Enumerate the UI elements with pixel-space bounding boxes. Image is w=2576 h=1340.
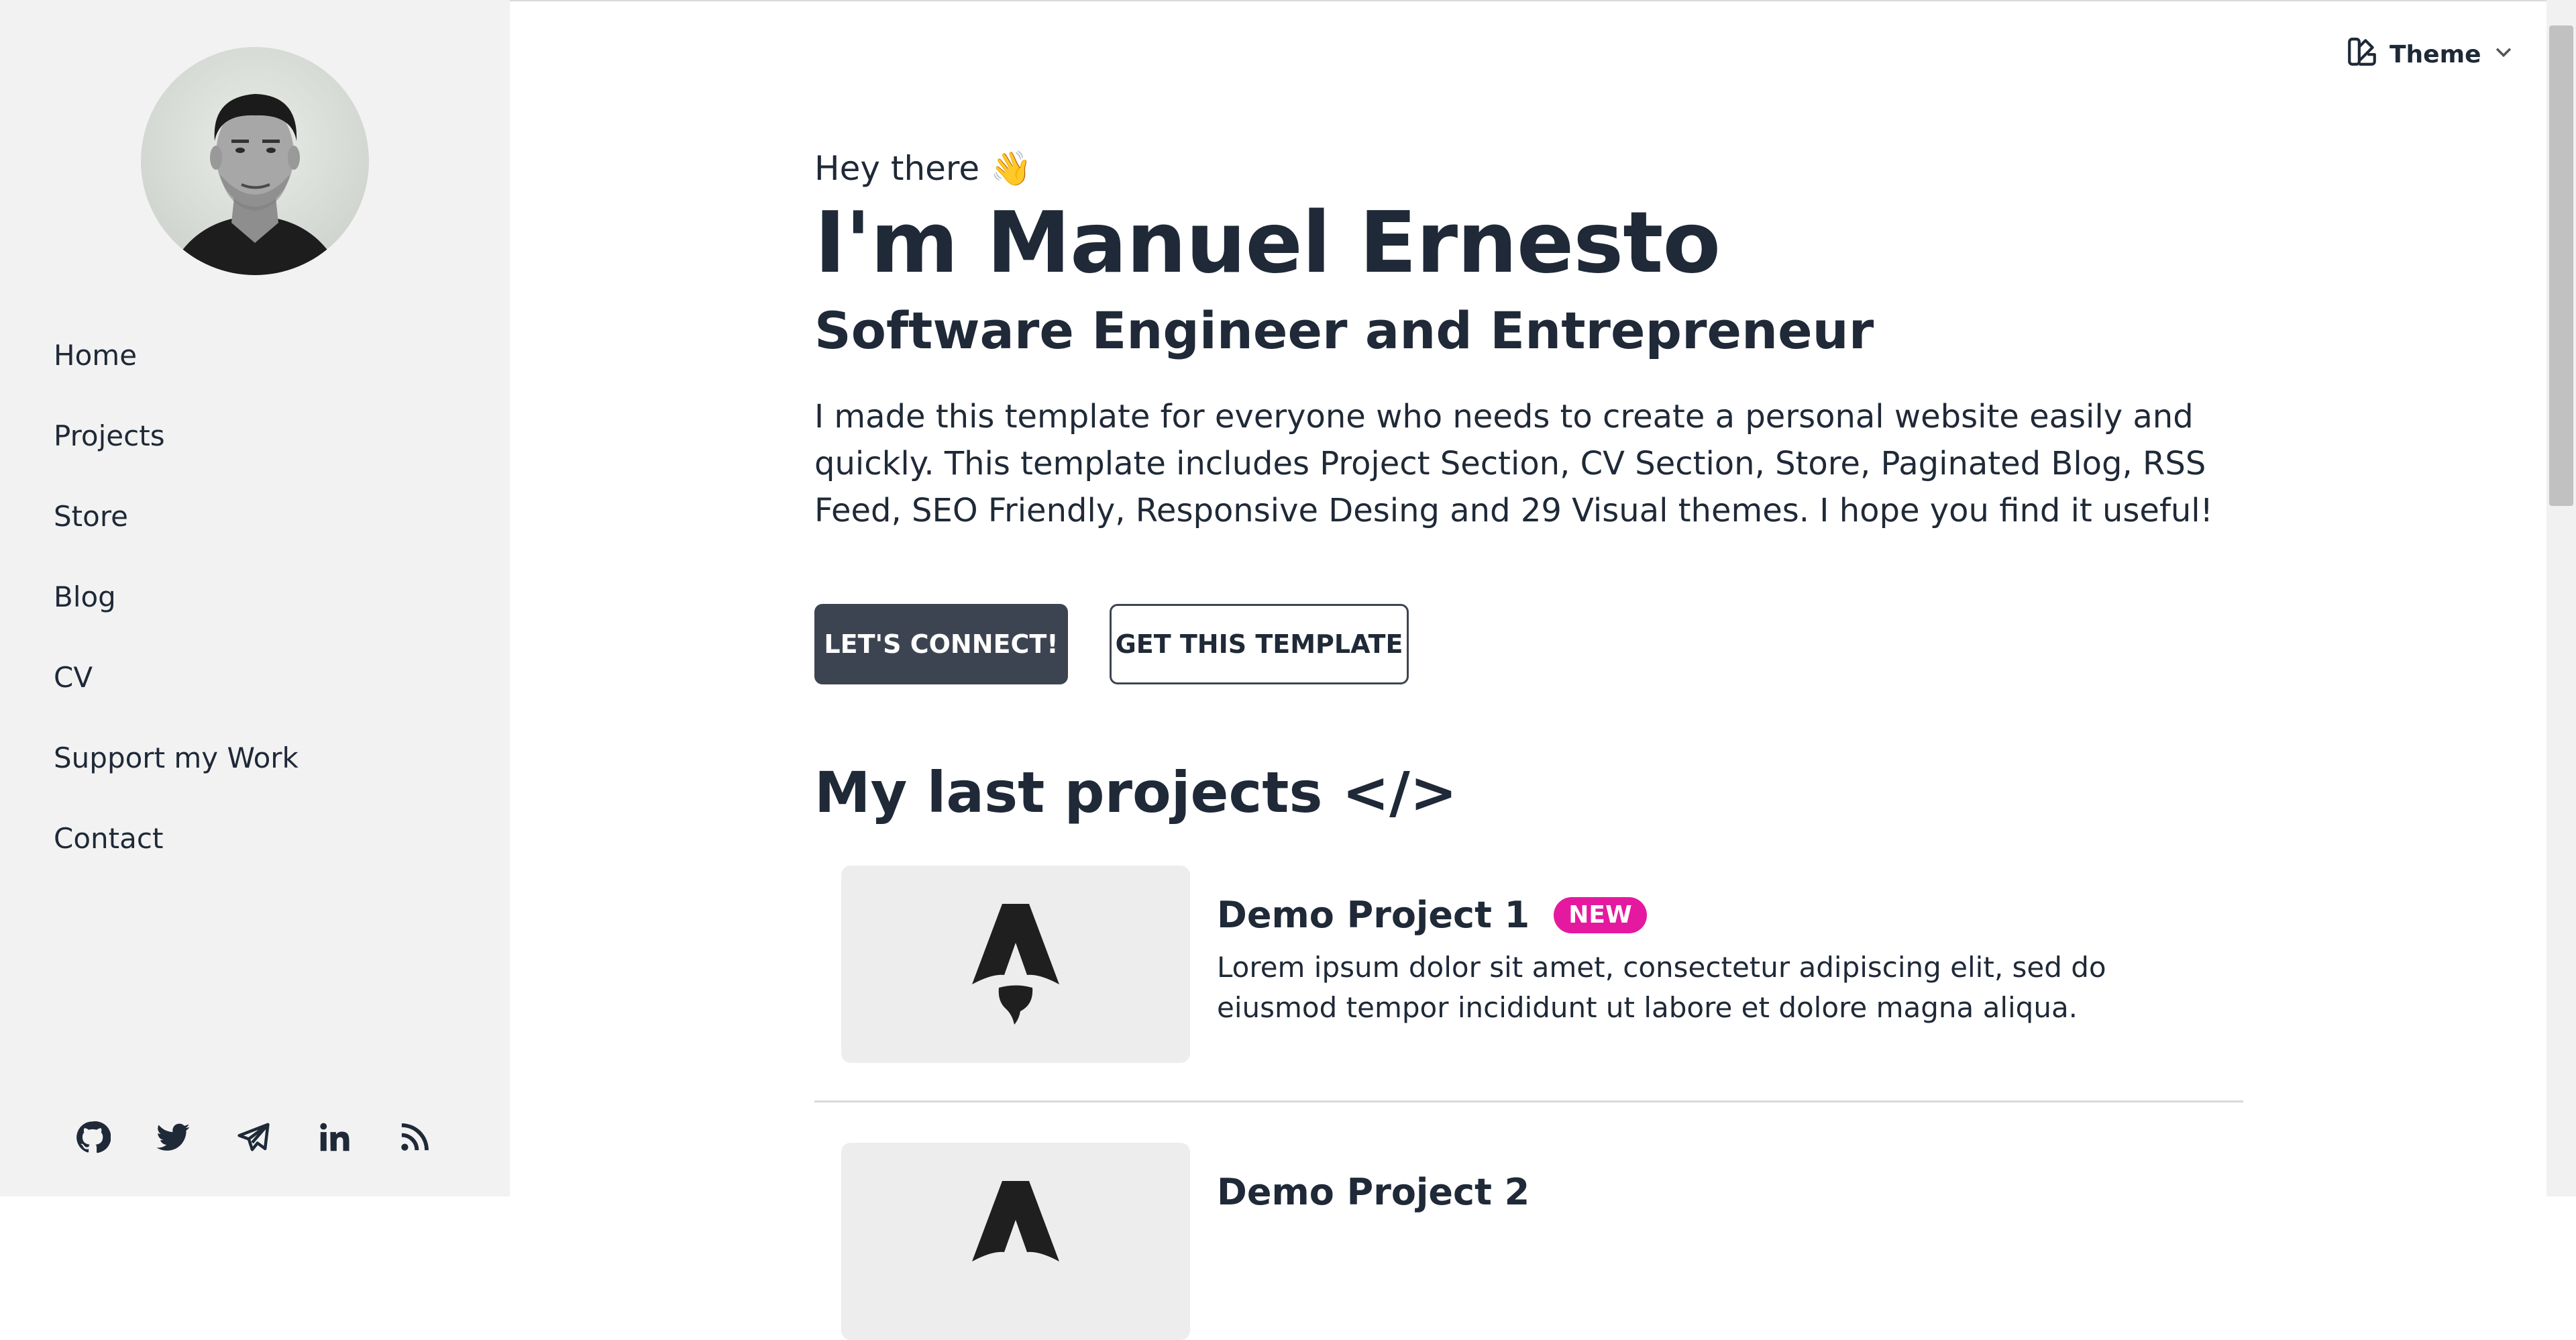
theme-label: Theme	[2390, 41, 2481, 68]
project-title[interactable]: Demo Project 1 NEW	[1217, 894, 1647, 936]
project-card[interactable]: Demo Project 2	[841, 1143, 2243, 1340]
astro-logo-icon	[972, 1181, 1059, 1261]
linkedin-icon[interactable]	[314, 1117, 354, 1157]
nav-item-home[interactable]: Home	[0, 315, 510, 396]
lets-connect-button[interactable]: LET'S CONNECT!	[814, 604, 1068, 684]
page-title: I'm Manuel Ernesto	[814, 193, 1721, 292]
palette-icon	[2345, 35, 2379, 74]
nav-item-projects[interactable]: Projects	[0, 396, 510, 476]
chevron-down-icon	[2492, 40, 2515, 69]
github-icon[interactable]	[72, 1117, 113, 1157]
nav-item-cv[interactable]: CV	[0, 637, 510, 718]
divider	[814, 1100, 2243, 1102]
rss-icon[interactable]	[394, 1117, 435, 1157]
intro-text: I made this template for everyone who ne…	[814, 398, 2213, 529]
sidebar-nav: Home Projects Store Blog CV Support my W…	[0, 315, 510, 879]
social-links	[72, 1117, 435, 1157]
nav-item-store[interactable]: Store	[0, 476, 510, 557]
avatar[interactable]	[141, 47, 369, 275]
nav-item-support[interactable]: Support my Work	[0, 718, 510, 798]
nav-item-contact[interactable]: Contact	[0, 798, 510, 879]
project-card[interactable]: Demo Project 1 NEW Lorem ipsum dolor sit…	[841, 866, 2243, 1063]
project-title[interactable]: Demo Project 2	[1217, 1171, 1529, 1213]
telegram-icon[interactable]	[233, 1117, 274, 1157]
sidebar: Home Projects Store Blog CV Support my W…	[0, 0, 510, 1196]
get-template-button[interactable]: GET THIS TEMPLATE	[1110, 604, 1409, 684]
nav-item-blog[interactable]: Blog	[0, 557, 510, 637]
twitter-icon[interactable]	[153, 1117, 193, 1157]
scrollbar-thumb[interactable]	[2549, 25, 2573, 506]
subtitle: Software Engineer and Entrepreneur	[814, 301, 1874, 360]
project-thumbnail[interactable]	[841, 1143, 1190, 1340]
projects-section-title: My last projects </>	[814, 760, 1458, 825]
astro-logo-icon	[972, 904, 1059, 1025]
theme-dropdown[interactable]: Theme	[2345, 35, 2515, 74]
project-description: Lorem ipsum dolor sit amet, consectetur …	[1217, 951, 2106, 1024]
project-title-text[interactable]: Demo Project 2	[1217, 1171, 1529, 1213]
project-thumbnail[interactable]	[841, 866, 1190, 1063]
new-badge: NEW	[1554, 896, 1647, 933]
greeting: Hey there 👋	[814, 149, 1032, 188]
project-title-text[interactable]: Demo Project 1	[1217, 894, 1529, 936]
